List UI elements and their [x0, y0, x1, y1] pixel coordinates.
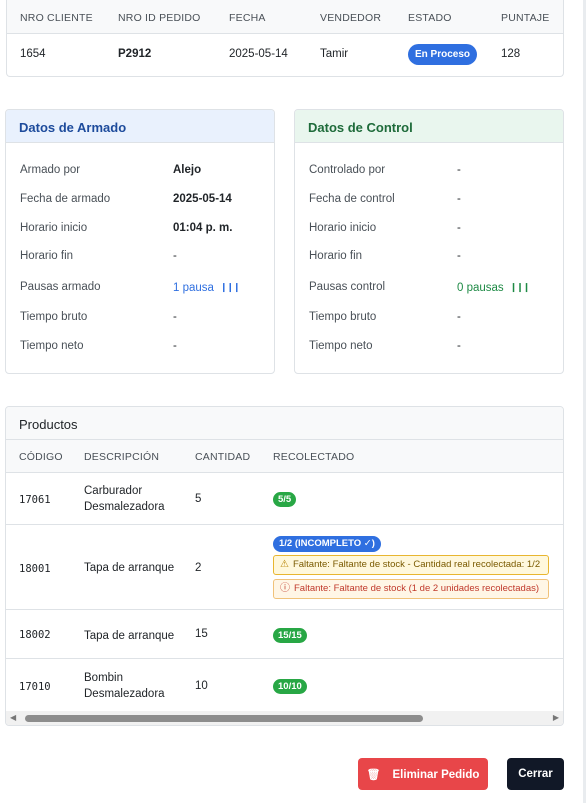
armado-value-date: 2025-05-14: [173, 193, 232, 205]
control-value-start: -: [457, 222, 461, 234]
horizontal-scrollbar[interactable]: ◀ ▶: [6, 711, 563, 725]
header-quantity: CANTIDAD: [195, 451, 251, 463]
control-value-gross: -: [457, 311, 461, 323]
pause-bars-icon: ❙❙❙: [219, 282, 241, 292]
trash-icon: 🗑: [366, 768, 381, 781]
product-description: Tapa de arranque: [84, 562, 175, 574]
control-label-date: Fecha de control: [309, 193, 395, 205]
table-row[interactable]: 17010 Bombin Desmalezadora 10 10/10: [6, 659, 563, 711]
control-panel: Datos de Control Controlado por - Fecha …: [294, 109, 564, 374]
control-value-pauses: 0 pausas: [457, 282, 504, 294]
scroll-left-arrow-icon[interactable]: ◀: [10, 713, 16, 722]
control-panel-title: Datos de Control: [295, 110, 563, 143]
product-quantity: 10: [195, 680, 208, 692]
shortage-error: ⓘ Faltante: Faltante de stock (1 de 2 uni…: [273, 579, 549, 599]
control-value-net: -: [457, 340, 461, 352]
collected-incomplete-badge: 1/2 (INCOMPLETO ✓): [273, 536, 381, 552]
armado-label-by: Armado por: [20, 164, 81, 176]
control-label-by: Controlado por: [309, 164, 386, 176]
order-data-row: 1654 P2912 2025-05-14 Tamir En Proceso 1…: [7, 34, 563, 76]
armado-panel-title: Datos de Armado: [6, 110, 274, 143]
order-id: P2912: [118, 48, 152, 60]
header-collected: RECOLECTADO: [273, 451, 355, 463]
armado-pauses-link[interactable]: 1 pausa ❙❙❙: [173, 282, 241, 294]
pause-bars-icon: ❙❙❙: [509, 282, 531, 292]
shortage-warning: ⚠ Faltante: Faltante de stock - Cantidad …: [273, 555, 549, 575]
armado-label-net: Tiempo neto: [20, 340, 84, 352]
product-quantity: 15: [195, 628, 208, 640]
table-row[interactable]: 18002 Tapa de arranque 15 15/15: [6, 610, 563, 659]
order-date: 2025-05-14: [229, 48, 288, 60]
delete-order-label: Eliminar Pedido: [392, 768, 480, 781]
product-quantity: 5: [195, 493, 202, 505]
control-value-by: -: [457, 164, 461, 176]
product-description: Carburador Desmalezadora: [84, 485, 165, 513]
table-row[interactable]: 18001 Tapa de arranque 2 1/2 (INCOMPLETO…: [6, 525, 563, 610]
product-description: Bombin Desmalezadora: [84, 672, 165, 700]
armado-label-end: Horario fin: [20, 250, 74, 262]
armado-value-by: Alejo: [173, 164, 202, 176]
header-order-id: NRO ID PEDIDO: [118, 12, 201, 24]
control-label-gross: Tiempo bruto: [309, 311, 377, 323]
product-quantity: 2: [195, 562, 202, 574]
armado-value-pauses: 1 pausa: [173, 282, 214, 294]
shortage-warning-text: Faltante: Faltante de stock - Cantidad r…: [292, 559, 541, 570]
product-description: Tapa de arranque: [84, 630, 175, 642]
control-value-end: -: [457, 250, 461, 262]
control-value-date: -: [457, 193, 461, 205]
delete-order-button[interactable]: 🗑 Eliminar Pedido: [358, 758, 488, 790]
header-seller: VENDEDOR: [320, 12, 382, 24]
armado-label-pauses: Pausas armado: [20, 281, 101, 293]
collected-badge: 10/10: [273, 679, 307, 694]
armado-value-start: 01:04 p. m.: [173, 222, 233, 234]
client-no: 1654: [20, 48, 46, 60]
collected-badge: 5/5: [273, 492, 297, 507]
status-badge: En Proceso: [408, 44, 478, 65]
collected-badge: 15/15: [273, 628, 307, 643]
control-pauses-link[interactable]: 0 pausas ❙❙❙: [457, 282, 531, 294]
order-summary-table: NRO CLIENTE NRO ID PEDIDO FECHA VENDEDOR…: [6, 0, 564, 77]
header-status: ESTADO: [408, 12, 452, 24]
armado-label-date: Fecha de armado: [20, 193, 111, 205]
control-label-start: Horario inicio: [309, 222, 377, 234]
control-label-end: Horario fin: [309, 250, 363, 262]
armado-panel: Datos de Armado Armado por Alejo Fecha d…: [5, 109, 275, 374]
scroll-right-arrow-icon[interactable]: ▶: [553, 713, 559, 722]
products-card: Productos CÓDIGO DESCRIPCIÓN CANTIDAD RE…: [5, 406, 564, 726]
armado-label-start: Horario inicio: [20, 222, 88, 234]
header-score: PUNTAJE: [501, 12, 550, 24]
header-date: FECHA: [229, 12, 266, 24]
armado-label-gross: Tiempo bruto: [20, 311, 88, 323]
armado-value-gross: -: [173, 311, 177, 323]
product-code: 18002: [19, 629, 51, 641]
product-code: 17010: [19, 681, 51, 693]
product-code: 18001: [19, 563, 51, 575]
header-client-no: NRO CLIENTE: [20, 12, 93, 24]
header-description: DESCRIPCIÓN: [84, 451, 160, 463]
seller: Tamir: [320, 48, 349, 60]
alert-circle-icon: ⓘ: [280, 583, 290, 594]
header-code: CÓDIGO: [19, 451, 63, 463]
products-title: Productos: [6, 407, 563, 440]
scrollbar-thumb[interactable]: [25, 715, 423, 722]
product-code: 17061: [19, 494, 51, 506]
shortage-error-text: Faltante: Faltante de stock (1 de 2 unid…: [294, 583, 540, 594]
products-header-row: CÓDIGO DESCRIPCIÓN CANTIDAD RECOLECTADO: [6, 440, 563, 473]
armado-value-net: -: [173, 340, 177, 352]
close-button[interactable]: Cerrar: [507, 758, 564, 790]
armado-value-end: -: [173, 250, 177, 262]
warning-triangle-icon: ⚠: [280, 559, 289, 570]
order-header-row: NRO CLIENTE NRO ID PEDIDO FECHA VENDEDOR…: [7, 0, 563, 34]
control-label-net: Tiempo neto: [309, 340, 373, 352]
control-label-pauses: Pausas control: [309, 281, 386, 293]
table-row[interactable]: 17061 Carburador Desmalezadora 5 5/5: [6, 473, 563, 525]
score: 128: [501, 48, 521, 60]
